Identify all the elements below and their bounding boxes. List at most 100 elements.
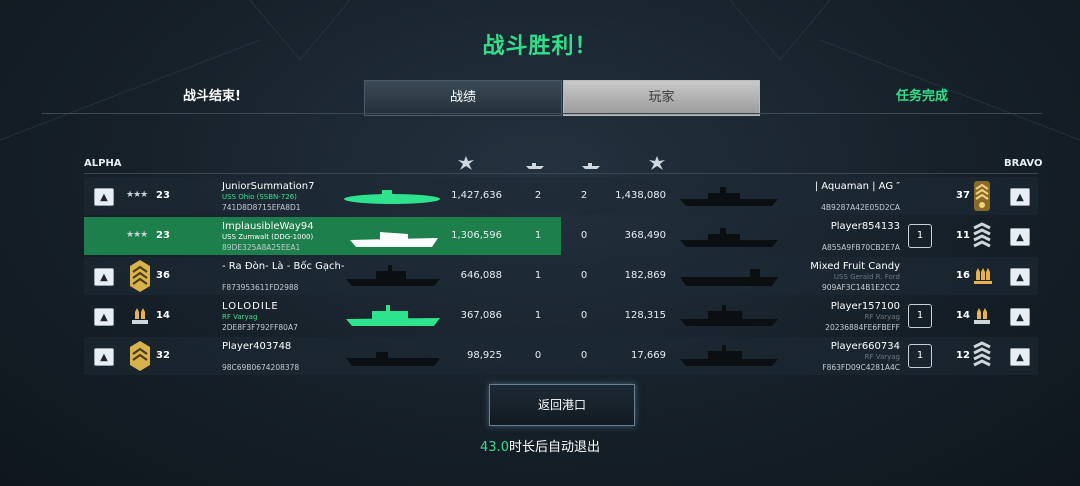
squad-badge: 1 (908, 304, 932, 328)
flame-rank-icon (974, 308, 990, 324)
player-name: Player403748 (222, 341, 292, 352)
cruiser-icon (346, 305, 440, 326)
thumbs-up-icon[interactable]: ▲ (1010, 228, 1030, 246)
damage-value: 1,427,636 (451, 190, 502, 201)
tab-mission-complete[interactable]: 任务完成 (842, 80, 1002, 114)
player-id: 741D8D8715EFA8D1 (222, 203, 301, 212)
player-level: 32 (156, 350, 170, 361)
kills-value: 1 (534, 310, 542, 321)
squad-badge: 1 (908, 224, 932, 248)
score-value: 368,490 (624, 230, 666, 241)
table-row: ▲ 32 Player403748 98C69B0674208378 98,92… (84, 337, 1038, 375)
auto-exit-countdown: 43.0时长后自动退出 (0, 436, 1080, 455)
thumbs-up-icon[interactable]: ▲ (94, 348, 114, 366)
player-id: F873953611FD2988 (222, 283, 299, 292)
player-level: 14 (156, 310, 170, 321)
player-id: 89DE325A8A25EEA1 (222, 243, 301, 252)
thumbs-up-icon[interactable]: ▲ (94, 268, 114, 286)
player-name: ImplausibleWay94 (222, 221, 314, 232)
tab-battle-end[interactable]: 战斗结束! (122, 80, 302, 114)
player-id: 2DE8F3F792FF80A7 (222, 323, 298, 332)
enemy-id: 909AF3C14B1E2CC2 (822, 283, 900, 292)
player-level: 23 (156, 190, 170, 201)
enemy-ship: RF Varyag (864, 313, 900, 321)
submarine-icon (344, 190, 440, 204)
header-divider (84, 173, 1038, 174)
enemy-id: 4B9287A42E05D2CA (821, 203, 900, 212)
assists-value: 0 (580, 270, 588, 281)
score-value: 128,315 (624, 310, 666, 321)
thumbs-up-icon[interactable]: ▲ (1010, 308, 1030, 326)
thumbs-up-icon[interactable]: ▲ (94, 188, 114, 206)
ship-kill-icon (526, 163, 544, 169)
thumbs-up-icon[interactable]: ▲ (1010, 268, 1030, 286)
tab-bar: 战斗结束! 战绩 玩家 任务完成 (42, 80, 1042, 116)
enemy-name: | Aquaman | AG ″ (814, 181, 900, 192)
score-icon (649, 156, 665, 170)
enemy-level: 14 (956, 310, 970, 321)
thumbs-up-icon[interactable]: ▲ (1010, 188, 1030, 206)
player-name: LOLODILE (222, 301, 279, 312)
assists-value: 2 (580, 190, 588, 201)
player-ship: RF Varyag (222, 313, 258, 321)
tab-players[interactable]: 玩家 (563, 80, 760, 116)
kills-value: 2 (534, 190, 542, 201)
damage-value: 98,925 (467, 350, 502, 361)
enemy-id: F863FD09C4281A4C (822, 363, 900, 372)
enemy-level: 16 (956, 270, 970, 281)
damage-value: 367,086 (460, 310, 502, 321)
team-bravo-label: BRAVO (1004, 158, 1043, 169)
countdown-seconds: 43.0 (480, 440, 509, 455)
star-rank-icon: ★★★ (126, 230, 148, 240)
chevron-rank-icon (974, 181, 990, 211)
assists-value: 0 (580, 350, 588, 361)
damage-value: 646,088 (460, 270, 502, 281)
player-name: JuniorSummation7 (222, 181, 315, 192)
enemy-name: Player660734 (830, 341, 900, 352)
player-level: 23 (156, 230, 170, 241)
table-row: ▲ ★★★ 23 JuniorSummation7 USS Ohio (SSBN… (84, 177, 1038, 215)
kills-value: 1 (534, 230, 542, 241)
squad-badge: 1 (908, 344, 932, 368)
ship-silhouette (346, 352, 440, 366)
ship-assist-icon (582, 163, 600, 169)
score-value: 182,869 (624, 270, 666, 281)
return-to-port-button[interactable]: 返回港口 (489, 384, 635, 426)
tab-stats[interactable]: 战绩 (364, 80, 562, 116)
enemy-name: Player157100 (830, 301, 900, 312)
table-row: ▲ 36 - Ra Đòn- Là - Bốc Gạch- F873953611… (84, 257, 1038, 295)
enemy-id: 20236884FE6FBEFF (825, 323, 900, 332)
player-ship: USS Ohio (SSBN-726) (222, 193, 297, 201)
chevron-rank-icon (973, 341, 991, 367)
score-value: 1,438,080 (615, 190, 666, 201)
star-rank-icon: ★★★ (126, 190, 148, 200)
victory-title: 战斗胜利！ (482, 34, 598, 59)
player-level: 36 (156, 270, 170, 281)
damage-icon (458, 156, 474, 170)
table-row: ▲ 14 LOLODILE RF Varyag 2DE8F3F792FF80A7… (84, 297, 1038, 335)
enemy-ship-silhouette (680, 305, 778, 326)
team-alpha-label: ALPHA (84, 158, 122, 169)
assists-value: 0 (580, 310, 588, 321)
player-ship: USS Zumwalt (DDG-1000) (222, 233, 314, 241)
chevron-rank-icon (130, 341, 150, 371)
enemy-level: 12 (956, 350, 970, 361)
enemy-name: Mixed Fruit Candy (810, 261, 900, 272)
enemy-ship: RF Varyag (864, 353, 900, 361)
kills-value: 1 (534, 270, 542, 281)
damage-value: 1,306,596 (451, 230, 502, 241)
player-name: - Ra Đòn- Là - Bốc Gạch- (222, 261, 345, 272)
enemy-ship: USS Gerald R. Ford (833, 273, 900, 281)
destroyer-icon (350, 232, 438, 247)
player-id: 98C69B0674208378 (222, 363, 300, 372)
chevron-rank-icon (130, 260, 150, 292)
thumbs-up-icon[interactable]: ▲ (94, 308, 114, 326)
enemy-name: Player854133 (830, 221, 900, 232)
enemy-ship-silhouette (680, 345, 778, 366)
assists-value: 0 (580, 230, 588, 241)
flame-rank-icon (132, 308, 148, 324)
enemy-id: A855A9FB70CB2E7A (821, 243, 900, 252)
score-value: 17,669 (631, 350, 666, 361)
enemy-ship-silhouette (680, 269, 778, 286)
thumbs-up-icon[interactable]: ▲ (1010, 348, 1030, 366)
